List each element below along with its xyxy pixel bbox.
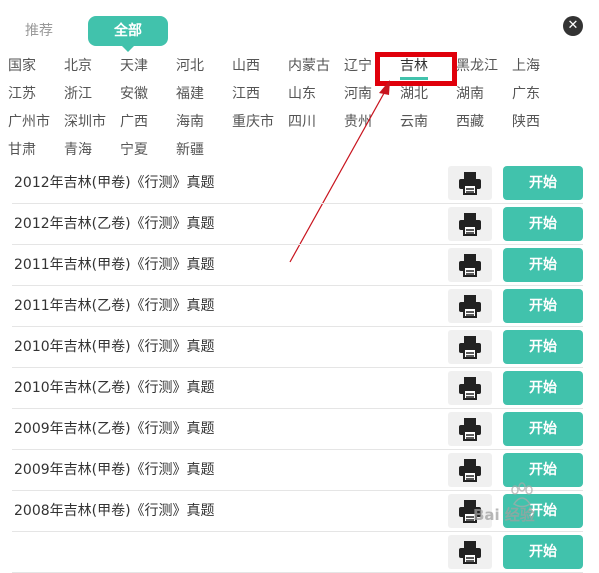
print-button[interactable] bbox=[448, 248, 492, 282]
start-button[interactable]: 开始 bbox=[503, 412, 583, 446]
region-item[interactable]: 河南 bbox=[344, 82, 372, 106]
region-item[interactable]: 福建 bbox=[176, 82, 204, 106]
paper-row: 2012年吉林(甲卷)《行测》真题 开始 bbox=[12, 163, 583, 204]
paper-row: 2010年吉林(甲卷)《行测》真题 开始 bbox=[12, 327, 583, 368]
category-tabs: 推荐 全部 bbox=[0, 0, 599, 52]
region-item[interactable]: 山西 bbox=[232, 54, 260, 78]
printer-icon bbox=[457, 293, 483, 323]
printer-icon bbox=[457, 334, 483, 364]
region-item[interactable]: 安徽 bbox=[120, 82, 148, 106]
region-item[interactable]: 广西 bbox=[120, 110, 148, 134]
tab-recommend[interactable]: 推荐 bbox=[8, 16, 70, 46]
region-item[interactable]: 广东 bbox=[512, 82, 540, 106]
paper-title[interactable]: 2012年吉林(乙卷)《行测》真题 bbox=[14, 204, 215, 245]
printer-icon bbox=[457, 211, 483, 241]
region-item[interactable]: 江苏 bbox=[8, 82, 36, 106]
paper-row: 开始 bbox=[12, 532, 583, 573]
paper-title[interactable]: 2009年吉林(甲卷)《行测》真题 bbox=[14, 450, 215, 491]
close-button[interactable]: ✕ bbox=[563, 16, 583, 36]
start-button[interactable]: 开始 bbox=[503, 330, 583, 364]
region-item[interactable]: 北京 bbox=[64, 54, 92, 78]
region-item[interactable]: 陕西 bbox=[512, 110, 540, 134]
start-button[interactable]: 开始 bbox=[503, 535, 583, 569]
active-tab-caret bbox=[122, 46, 134, 52]
region-item[interactable]: 浙江 bbox=[64, 82, 92, 106]
print-button[interactable] bbox=[448, 166, 492, 200]
region-item[interactable]: 重庆市 bbox=[232, 110, 274, 134]
print-button[interactable] bbox=[448, 330, 492, 364]
region-item[interactable]: 青海 bbox=[64, 138, 92, 162]
paper-row: 2012年吉林(乙卷)《行测》真题 开始 bbox=[12, 204, 583, 245]
region-item[interactable]: 西藏 bbox=[456, 110, 484, 134]
region-item[interactable]: 宁夏 bbox=[120, 138, 148, 162]
paper-row: 2010年吉林(乙卷)《行测》真题 开始 bbox=[12, 368, 583, 409]
printer-icon bbox=[457, 539, 483, 569]
region-item[interactable]: 辽宁 bbox=[344, 54, 372, 78]
start-button[interactable]: 开始 bbox=[503, 289, 583, 323]
region-item[interactable]: 山东 bbox=[288, 82, 316, 106]
printer-icon bbox=[457, 416, 483, 446]
start-button[interactable]: 开始 bbox=[503, 207, 583, 241]
region-item[interactable]: 天津 bbox=[120, 54, 148, 78]
region-item[interactable]: 四川 bbox=[288, 110, 316, 134]
paper-row: 2011年吉林(甲卷)《行测》真题 开始 bbox=[12, 245, 583, 286]
region-item[interactable]: 上海 bbox=[512, 54, 540, 78]
region-item[interactable]: 海南 bbox=[176, 110, 204, 134]
selection-highlight-box bbox=[375, 52, 457, 86]
close-icon: ✕ bbox=[567, 18, 579, 33]
print-button[interactable] bbox=[448, 453, 492, 487]
region-item[interactable]: 黑龙江 bbox=[456, 54, 498, 78]
print-button[interactable] bbox=[448, 535, 492, 569]
paper-title[interactable]: 2011年吉林(甲卷)《行测》真题 bbox=[14, 245, 215, 286]
printer-icon bbox=[457, 170, 483, 200]
region-item[interactable]: 河北 bbox=[176, 54, 204, 78]
region-item[interactable]: 深圳市 bbox=[64, 110, 106, 134]
paper-row: 2009年吉林(乙卷)《行测》真题 开始 bbox=[12, 409, 583, 450]
tab-all[interactable]: 全部 bbox=[88, 16, 168, 46]
paper-title[interactable]: 2012年吉林(甲卷)《行测》真题 bbox=[14, 163, 215, 204]
region-item[interactable]: 内蒙古 bbox=[288, 54, 330, 78]
region-item[interactable]: 广州市 bbox=[8, 110, 50, 134]
start-button[interactable]: 开始 bbox=[503, 166, 583, 200]
printer-icon bbox=[457, 252, 483, 282]
printer-icon bbox=[457, 375, 483, 405]
print-button[interactable] bbox=[448, 412, 492, 446]
watermark: Bai 经验 bbox=[463, 482, 589, 528]
paper-title[interactable]: 2011年吉林(乙卷)《行测》真题 bbox=[14, 286, 215, 327]
region-item[interactable]: 甘肃 bbox=[8, 138, 36, 162]
print-button[interactable] bbox=[448, 289, 492, 323]
paper-title[interactable]: 2008年吉林(甲卷)《行测》真题 bbox=[14, 491, 215, 532]
start-button[interactable]: 开始 bbox=[503, 248, 583, 282]
paper-row: 2011年吉林(乙卷)《行测》真题 开始 bbox=[12, 286, 583, 327]
printer-icon bbox=[457, 457, 483, 487]
region-item[interactable]: 贵州 bbox=[344, 110, 372, 134]
region-item[interactable]: 湖南 bbox=[456, 82, 484, 106]
watermark-text: Bai 经验 bbox=[473, 506, 535, 524]
paper-title[interactable]: 2009年吉林(乙卷)《行测》真题 bbox=[14, 409, 215, 450]
paper-title[interactable]: 2010年吉林(乙卷)《行测》真题 bbox=[14, 368, 215, 409]
region-item[interactable]: 国家 bbox=[8, 54, 36, 78]
paper-title[interactable]: 2010年吉林(甲卷)《行测》真题 bbox=[14, 327, 215, 368]
print-button[interactable] bbox=[448, 207, 492, 241]
region-item[interactable]: 云南 bbox=[400, 110, 428, 134]
print-button[interactable] bbox=[448, 371, 492, 405]
start-button[interactable]: 开始 bbox=[503, 371, 583, 405]
region-item[interactable]: 新疆 bbox=[176, 138, 204, 162]
region-item[interactable]: 江西 bbox=[232, 82, 260, 106]
